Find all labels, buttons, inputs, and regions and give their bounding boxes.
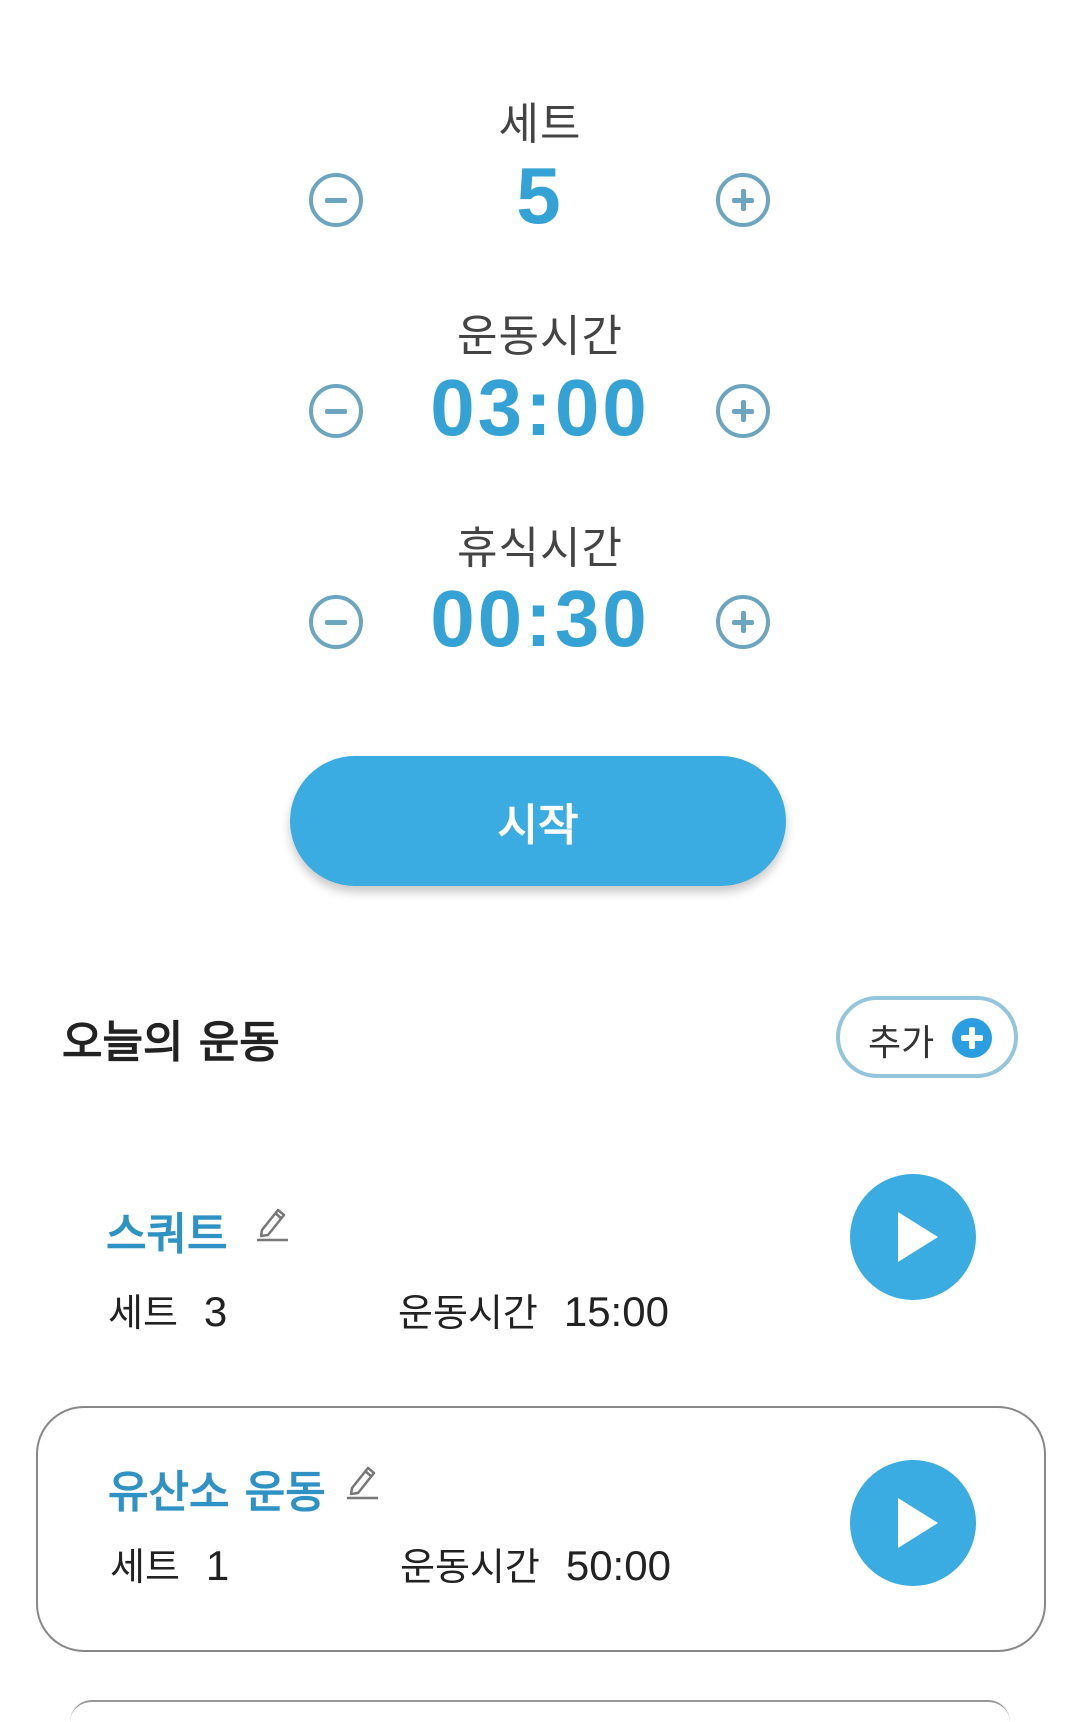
rest-time-label: 휴식시간: [457, 523, 623, 574]
plus-icon: [952, 1018, 992, 1058]
today-workouts-title: 오늘의 운동: [62, 1017, 280, 1068]
start-button[interactable]: 시작: [290, 756, 786, 886]
rest-time-increment-button[interactable]: [716, 595, 770, 649]
sets-info: 세트 3: [108, 1288, 228, 1335]
sets-label: 세트: [498, 99, 582, 150]
pencil-icon[interactable]: [254, 1202, 290, 1242]
sets-increment-button[interactable]: [716, 173, 770, 227]
add-button-label: 추가: [868, 1023, 935, 1064]
time-info: 운동시간 50:00: [400, 1542, 671, 1589]
sets-info: 세트 1: [110, 1542, 230, 1589]
workout-item: 유산소 운동 세트 1 운동시간 50:00: [36, 1406, 1046, 1652]
workout-item: 스쿼트 세트 3 운동시간 15:00: [36, 1158, 1046, 1404]
rest-time-value: 00:30: [430, 574, 650, 663]
next-card-edge: [70, 1700, 1010, 1722]
play-icon: [898, 1498, 938, 1548]
sets-value: 5: [516, 151, 564, 240]
exercise-time-increment-button[interactable]: [716, 384, 770, 438]
add-workout-button[interactable]: 추가: [836, 996, 1018, 1078]
workout-name: 유산소 운동: [108, 1467, 326, 1518]
exercise-time-value: 03:00: [430, 363, 650, 452]
play-icon: [898, 1212, 938, 1262]
play-button[interactable]: [850, 1460, 976, 1586]
exercise-time-label: 운동시간: [457, 311, 623, 362]
play-button[interactable]: [850, 1174, 976, 1300]
pencil-icon[interactable]: [344, 1460, 380, 1500]
workout-name: 스쿼트: [106, 1209, 228, 1260]
time-info: 운동시간 15:00: [398, 1288, 669, 1335]
